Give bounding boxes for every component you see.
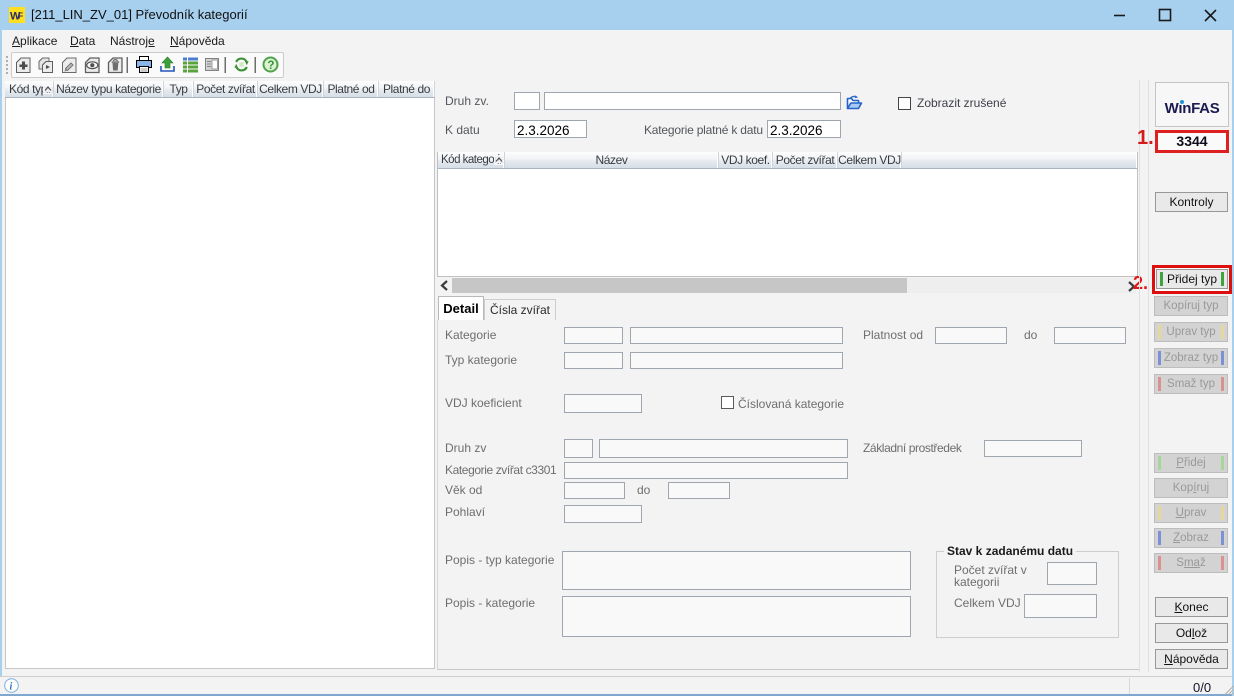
svg-text:?: ? [267,60,274,72]
svg-text:F: F [18,11,23,21]
svg-text:i: i [10,682,13,693]
